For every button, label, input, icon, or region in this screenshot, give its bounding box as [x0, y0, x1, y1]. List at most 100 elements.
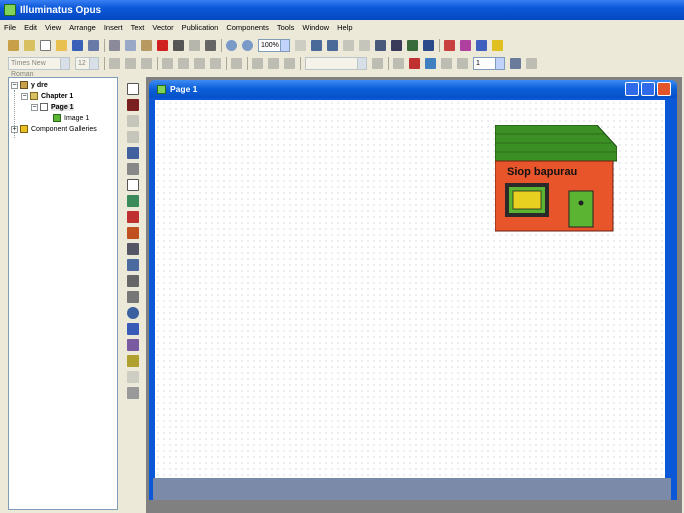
menu-window[interactable]: Window — [302, 23, 329, 32]
grid-icon[interactable] — [295, 39, 306, 51]
insert-page-icon[interactable] — [311, 39, 322, 51]
tree-item-galleries[interactable]: + Component Galleries — [11, 125, 97, 133]
star-icon[interactable] — [441, 58, 452, 69]
copy-icon[interactable] — [125, 39, 136, 51]
expand-icon[interactable]: + — [11, 125, 18, 133]
underline-icon[interactable] — [141, 58, 152, 69]
menu-arrange[interactable]: Arrange — [69, 23, 96, 32]
font-size-select[interactable]: 12 — [75, 57, 99, 70]
outdent-icon[interactable] — [268, 58, 279, 69]
tree-item-image[interactable]: Image 1 — [53, 114, 89, 122]
indent-icon[interactable] — [252, 58, 263, 69]
delete-icon[interactable] — [157, 39, 168, 51]
collapse-icon[interactable]: − — [21, 92, 28, 100]
hotspot-tool-icon[interactable] — [127, 355, 139, 367]
frame-tool-icon[interactable] — [127, 291, 139, 303]
align-right-icon[interactable] — [194, 58, 205, 69]
chevron-down-icon[interactable] — [495, 58, 504, 69]
tree-item-root[interactable]: − y dre — [11, 81, 48, 89]
bold-icon[interactable] — [109, 58, 120, 69]
tree-item-page[interactable]: − Page 1 — [31, 103, 74, 111]
pointer-tool-icon[interactable] — [127, 83, 139, 95]
line-color-icon[interactable] — [425, 58, 436, 69]
help-icon[interactable] — [492, 39, 503, 51]
chevron-down-icon[interactable] — [280, 39, 289, 51]
publish-icon[interactable] — [423, 39, 434, 51]
pen-tool-icon[interactable] — [127, 163, 139, 175]
chart-tool-icon[interactable] — [127, 259, 139, 271]
chevron-down-icon[interactable] — [60, 58, 69, 69]
menu-text[interactable]: Text — [131, 23, 145, 32]
image-tool-icon[interactable] — [127, 195, 139, 207]
component-tool-icon[interactable] — [127, 275, 139, 287]
next-page-icon[interactable] — [359, 39, 370, 51]
document-tree-pane[interactable]: − y dre − Chapter 1 − Page 1 Image 1 + C… — [8, 77, 118, 510]
magic-wand-icon[interactable] — [444, 39, 455, 51]
fill-tool-icon[interactable] — [127, 227, 139, 239]
tree-item-chapter[interactable]: − Chapter 1 — [21, 92, 73, 100]
justify-icon[interactable] — [210, 58, 221, 69]
rectangle-tool-icon[interactable] — [127, 179, 139, 191]
align-center-icon[interactable] — [178, 58, 189, 69]
slice-tool-icon[interactable] — [127, 371, 139, 383]
book-icon[interactable] — [8, 39, 19, 51]
print-icon[interactable] — [205, 39, 216, 51]
cut-icon[interactable] — [109, 39, 120, 51]
check-icon[interactable] — [476, 39, 487, 51]
chevron-down-icon[interactable] — [89, 58, 98, 69]
line-style-select[interactable] — [305, 57, 367, 70]
table-icon[interactable] — [375, 39, 386, 51]
save-all-icon[interactable] — [88, 39, 99, 51]
pen-icon[interactable] — [372, 58, 383, 69]
zoom-out-icon[interactable] — [242, 39, 253, 51]
undo-icon[interactable] — [173, 39, 184, 51]
frame-icon[interactable] — [391, 39, 402, 51]
menu-publication[interactable]: Publication — [182, 23, 219, 32]
fill-color-icon[interactable] — [409, 58, 420, 69]
shadow-icon[interactable] — [510, 58, 521, 69]
paste-icon[interactable] — [141, 39, 152, 51]
new-document-icon[interactable] — [40, 39, 51, 51]
italic-style-icon[interactable] — [284, 58, 295, 69]
spellcheck-icon[interactable] — [460, 39, 471, 51]
collapse-icon[interactable]: − — [11, 81, 18, 89]
star-outline-icon[interactable] — [457, 58, 468, 69]
redo-icon[interactable] — [189, 39, 200, 51]
menu-help[interactable]: Help — [337, 23, 352, 32]
italic-icon[interactable] — [125, 58, 136, 69]
save-icon[interactable] — [72, 39, 83, 51]
page-canvas[interactable]: Siop bapurau — [155, 100, 665, 478]
layout-icon[interactable] — [407, 39, 418, 51]
menu-insert[interactable]: Insert — [104, 23, 123, 32]
node-tool-icon[interactable] — [127, 243, 139, 255]
transparency-icon[interactable] — [526, 58, 537, 69]
menu-view[interactable]: View — [45, 23, 61, 32]
bullets-icon[interactable] — [231, 58, 242, 69]
collapse-icon[interactable]: − — [31, 103, 38, 111]
zoom-select[interactable]: 100% — [258, 38, 290, 52]
scissors-icon[interactable] — [393, 58, 404, 69]
transform-tool-icon[interactable] — [127, 99, 139, 111]
minimize-button[interactable] — [625, 82, 639, 96]
close-button[interactable] — [657, 82, 671, 96]
text-tool-icon[interactable] — [127, 147, 139, 159]
delete-page-icon[interactable] — [327, 39, 338, 51]
menu-vector[interactable]: Vector — [152, 23, 173, 32]
open-folder-icon[interactable] — [56, 39, 67, 51]
rotate-tool-icon[interactable] — [127, 131, 139, 143]
new-chapter-icon[interactable] — [24, 39, 35, 51]
chevron-down-icon[interactable] — [357, 58, 366, 69]
font-select[interactable]: Times New Roman — [8, 57, 70, 78]
previous-page-icon[interactable] — [343, 39, 354, 51]
table-tool-icon[interactable] — [127, 323, 139, 335]
form-tool-icon[interactable] — [127, 339, 139, 351]
menu-file[interactable]: File — [4, 23, 16, 32]
shop-image[interactable]: Siop bapurau — [494, 124, 618, 235]
window-title-bar[interactable]: Illuminatus Opus — [0, 0, 684, 20]
maximize-button[interactable] — [641, 82, 655, 96]
line-width-select[interactable]: 1 — [473, 57, 505, 70]
draw-tool-icon[interactable] — [127, 211, 139, 223]
crop-tool-icon[interactable] — [127, 115, 139, 127]
menu-tools[interactable]: Tools — [277, 23, 295, 32]
zoom-in-icon[interactable] — [226, 39, 237, 51]
